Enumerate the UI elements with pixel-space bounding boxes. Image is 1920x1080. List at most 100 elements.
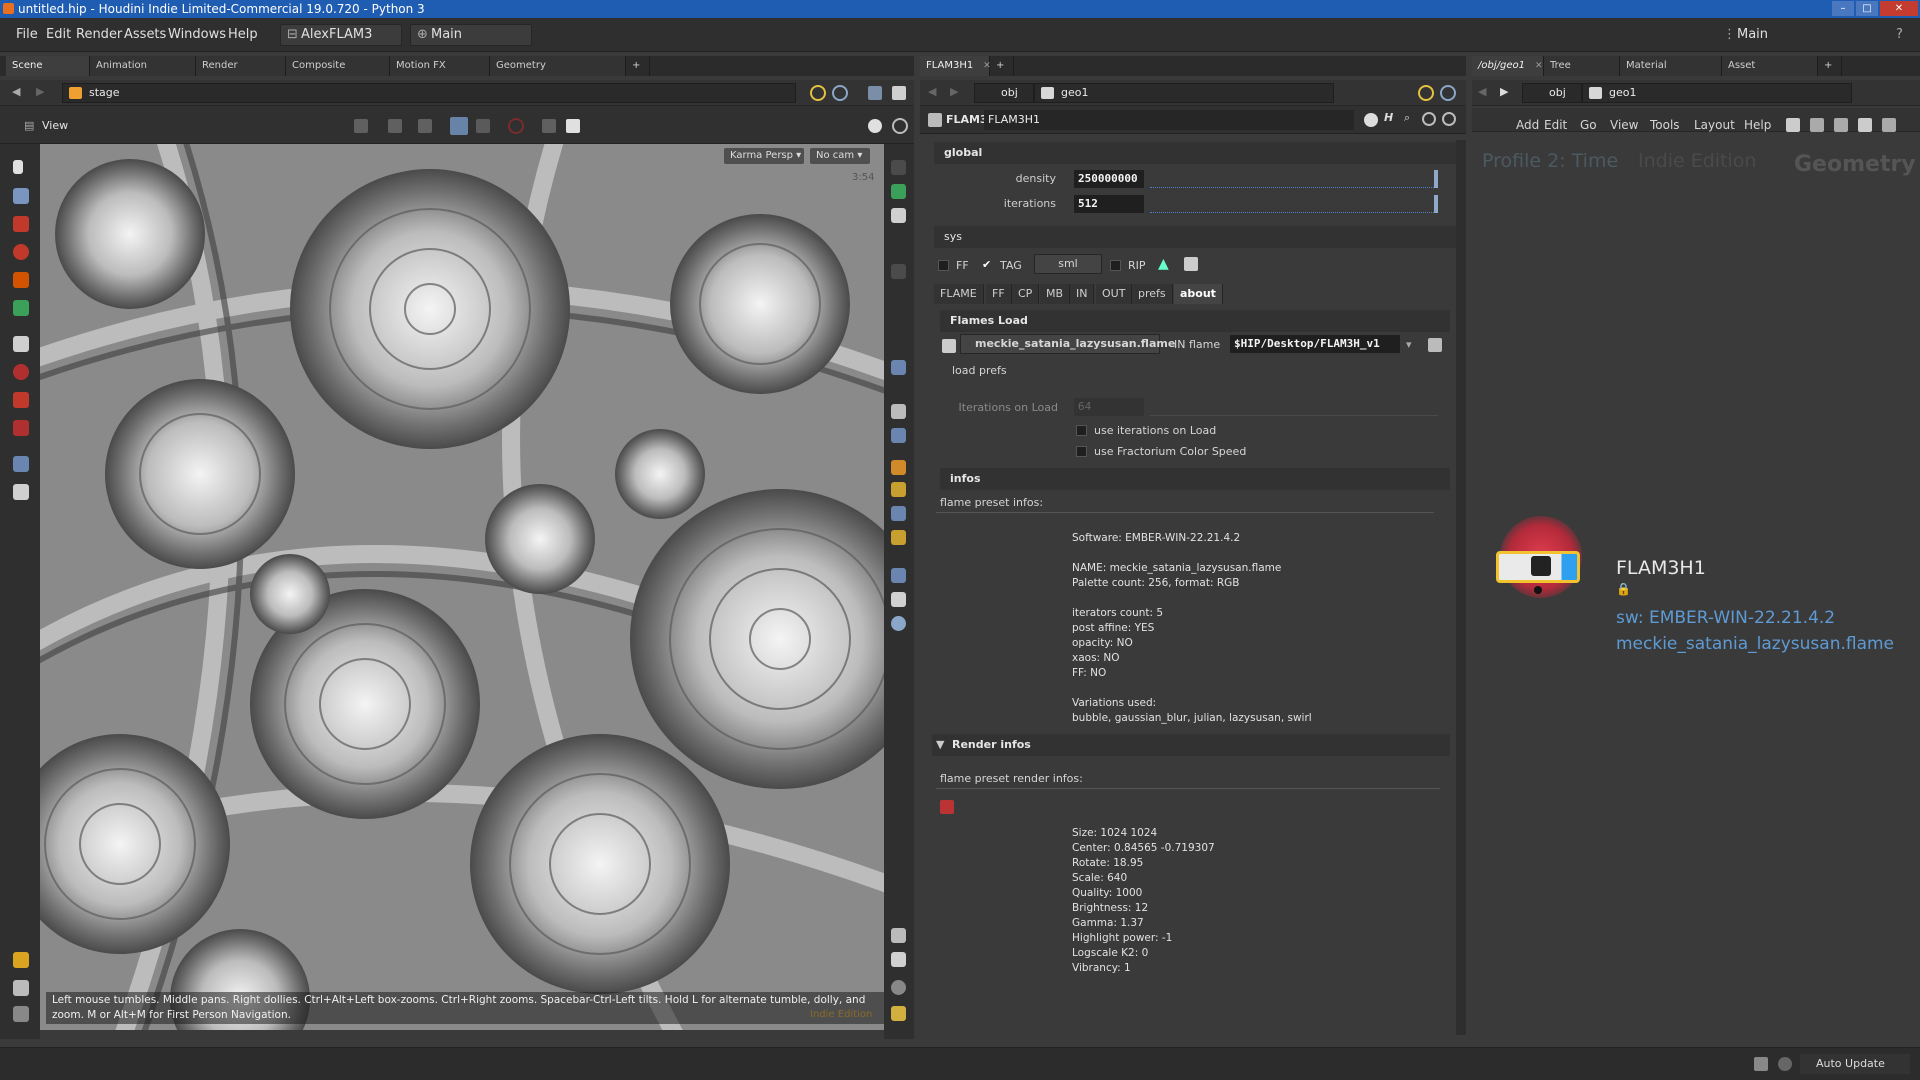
shade-icon[interactable] bbox=[891, 264, 906, 279]
tab-tree-view[interactable]: Tree View✕ bbox=[1544, 56, 1620, 91]
tab-material-palette[interactable]: Material Palette✕ bbox=[1620, 56, 1722, 91]
auto-update-dropdown[interactable]: Auto Update bbox=[1800, 1054, 1910, 1074]
snap-icon[interactable] bbox=[354, 119, 368, 133]
net-geo-crumb[interactable]: geo1 bbox=[1582, 83, 1852, 103]
param-forward-icon[interactable]: ▶ bbox=[950, 85, 958, 98]
net-forward-icon[interactable]: ▶ bbox=[1500, 85, 1508, 98]
node-name-field[interactable]: FLAM3H1 bbox=[984, 110, 1354, 130]
infos-section[interactable]: infos bbox=[940, 468, 1450, 490]
file-browse-icon[interactable] bbox=[1428, 338, 1442, 352]
density-slider[interactable] bbox=[1150, 170, 1438, 188]
sml-dropdown[interactable]: sml bbox=[1034, 254, 1102, 274]
net-grid-icon[interactable] bbox=[1858, 118, 1872, 132]
lock-tool-icon[interactable] bbox=[13, 188, 29, 204]
color-triangle-icon[interactable]: ▲ bbox=[1158, 256, 1169, 272]
in-flame-path-field[interactable]: $HIP/Desktop/FLAM3H_v1 bbox=[1230, 335, 1400, 353]
path-dropdown-icon[interactable]: ▾ bbox=[1406, 338, 1412, 351]
normal-icon[interactable] bbox=[891, 568, 906, 583]
density-slider-knob[interactable] bbox=[1434, 170, 1438, 188]
ghost-icon[interactable] bbox=[476, 119, 490, 133]
ff-checkbox[interactable] bbox=[938, 260, 949, 271]
back-arrow-icon[interactable]: ◀ bbox=[12, 85, 20, 98]
link-icon[interactable] bbox=[832, 85, 848, 101]
tab-animation-editor[interactable]: Animation Editor✕ bbox=[90, 56, 196, 91]
scene-viewport[interactable]: Karma Persp ▾ No cam ▾ 3:54 Left mouse t… bbox=[40, 144, 884, 1030]
use-iterations-checkbox[interactable] bbox=[1076, 425, 1087, 436]
param-scrollbar[interactable] bbox=[1456, 140, 1466, 1035]
point-icon[interactable] bbox=[891, 506, 906, 521]
magnet-tool-icon[interactable] bbox=[13, 420, 29, 436]
camera-display-icon[interactable] bbox=[891, 952, 906, 967]
flam3h1-node[interactable] bbox=[1496, 551, 1580, 583]
param-back-icon[interactable]: ◀ bbox=[928, 85, 936, 98]
tab-render-view[interactable]: Render View✕ bbox=[196, 56, 286, 91]
net-list-icon[interactable] bbox=[1834, 118, 1848, 132]
subtab-in[interactable]: IN bbox=[1070, 284, 1095, 304]
pin-icon[interactable] bbox=[810, 85, 826, 101]
subtab-prefs[interactable]: prefs bbox=[1132, 284, 1173, 304]
gear-icon[interactable] bbox=[868, 119, 882, 133]
eye-icon[interactable] bbox=[891, 160, 906, 175]
minimize-button[interactable]: – bbox=[1832, 1, 1854, 16]
node-search-icon[interactable]: ⌕ bbox=[1404, 111, 1410, 125]
layout-icon[interactable] bbox=[892, 86, 906, 100]
node-info-icon[interactable] bbox=[1422, 112, 1436, 126]
camera-menu[interactable]: Karma Persp ▾ bbox=[724, 148, 804, 164]
node-gear-icon[interactable] bbox=[1364, 113, 1378, 127]
subtab-flame[interactable]: FLAME bbox=[934, 284, 984, 304]
snap-display-icon[interactable] bbox=[891, 184, 906, 199]
net-back-icon[interactable]: ◀ bbox=[1478, 85, 1486, 98]
add-param-tab-button[interactable]: + bbox=[990, 56, 1014, 76]
global-section[interactable]: global bbox=[934, 142, 1456, 164]
wire-icon[interactable] bbox=[891, 404, 906, 419]
flame-tool-icon[interactable] bbox=[1184, 257, 1198, 271]
tag-checkmark-icon[interactable]: ✔ bbox=[982, 258, 991, 271]
net-menu-help[interactable]: Help bbox=[1744, 118, 1771, 132]
home-icon[interactable] bbox=[891, 928, 906, 943]
scene-tool-icon[interactable] bbox=[13, 980, 29, 996]
help-icon[interactable]: ? bbox=[1896, 27, 1903, 42]
node-help-icon[interactable] bbox=[1442, 112, 1456, 126]
use-fractorium-checkbox[interactable] bbox=[1076, 446, 1087, 457]
param-geo-crumb[interactable]: geo1 bbox=[1034, 83, 1334, 103]
status-refresh-icon[interactable] bbox=[1778, 1057, 1792, 1071]
subtab-about[interactable]: about bbox=[1174, 284, 1223, 304]
maximize-button[interactable]: □ bbox=[1856, 1, 1878, 16]
menu-windows[interactable]: Windows bbox=[168, 27, 226, 42]
subtab-cp[interactable]: CP bbox=[1012, 284, 1040, 304]
net-menu-add[interactable]: Add bbox=[1516, 118, 1539, 132]
context-selector[interactable]: ⊕ Main bbox=[410, 24, 532, 46]
toggle-icon[interactable] bbox=[868, 86, 882, 100]
menu-edit[interactable]: Edit bbox=[46, 27, 71, 42]
net-menu-edit[interactable]: Edit bbox=[1544, 118, 1567, 132]
menu-help[interactable]: Help bbox=[228, 27, 258, 42]
tab-obj-geo1[interactable]: /obj/geo1 ✕ bbox=[1472, 56, 1544, 76]
select-icon[interactable] bbox=[388, 119, 402, 133]
bottom-tool-icon[interactable] bbox=[13, 1006, 29, 1022]
add-tab-button[interactable]: + bbox=[626, 56, 650, 76]
net-tools-icon[interactable] bbox=[1786, 118, 1800, 132]
iterations-slider-knob[interactable] bbox=[1434, 195, 1438, 213]
subtab-out[interactable]: OUT bbox=[1096, 284, 1133, 304]
stage-path-field[interactable]: stage bbox=[62, 83, 796, 103]
tab-asset-browser[interactable]: Asset Browser✕ bbox=[1722, 56, 1818, 91]
net-obj-crumb[interactable]: obj bbox=[1522, 83, 1582, 103]
flames-load-section[interactable]: Flames Load bbox=[940, 310, 1450, 332]
right-desktop-selector[interactable]: ⋮ Main bbox=[1716, 24, 1876, 46]
rip-checkbox[interactable] bbox=[1110, 260, 1121, 271]
light-tool-icon[interactable] bbox=[13, 952, 29, 968]
tab-motion-fx-view[interactable]: Motion FX View✕ bbox=[390, 56, 490, 91]
scale-tool-icon[interactable] bbox=[13, 272, 29, 288]
light-display-icon[interactable] bbox=[891, 460, 906, 475]
info-icon[interactable] bbox=[891, 980, 906, 995]
flame-file-icon[interactable] bbox=[942, 339, 956, 353]
tab-composite-view[interactable]: Composite View✕ bbox=[286, 56, 390, 91]
brush-tool-icon[interactable] bbox=[13, 364, 29, 380]
guide-icon[interactable] bbox=[891, 482, 906, 497]
camera-tool-icon[interactable] bbox=[13, 484, 29, 500]
net-tree-icon[interactable] bbox=[1810, 118, 1824, 132]
globe-icon[interactable] bbox=[891, 616, 906, 631]
no-cam-menu[interactable]: No cam ▾ bbox=[810, 148, 870, 164]
net-menu-go[interactable]: Go bbox=[1580, 118, 1597, 132]
ortho-icon[interactable] bbox=[891, 360, 906, 375]
